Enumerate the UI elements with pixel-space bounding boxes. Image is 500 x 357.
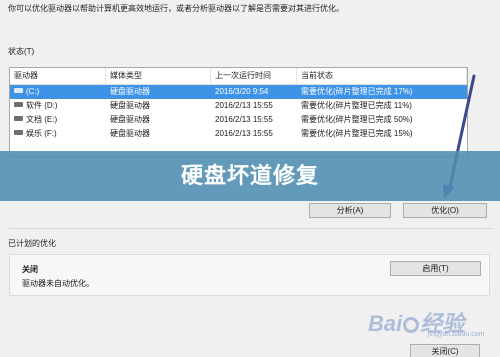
drive-list[interactable]: 驱动器 媒体类型 上一次运行时间 当前状态 (C:) 硬盘驱动器 2016/3/… — [9, 67, 468, 157]
watermark-url: jingyan.baidu.com — [428, 331, 485, 338]
paw-logo-icon — [403, 317, 420, 334]
media-type-cell: 硬盘驱动器 — [110, 129, 150, 138]
enable-button[interactable]: 启用(T) — [390, 261, 481, 276]
hard-drive-icon — [14, 102, 23, 108]
drive-row[interactable]: (C:) 硬盘驱动器 2016/3/20 9:54 需要优化(碎片整理已完成 1… — [10, 85, 467, 99]
status-label: 状态(T) — [8, 47, 35, 56]
hard-drive-icon — [14, 130, 23, 136]
column-header-last-run[interactable]: 上一次运行时间 — [211, 68, 297, 84]
close-button[interactable]: 关闭(C) — [410, 344, 480, 357]
scheduled-optimization-label: 已计划的优化 — [8, 239, 56, 248]
status-cell: 需要优化(碎片整理已完成 17%) — [301, 87, 413, 96]
drive-name: 文档 (E:) — [26, 115, 58, 124]
drive-cell: 文档 (E:) — [10, 113, 106, 127]
drive-row[interactable]: 娱乐 (F:) 硬盘驱动器 2016/2/13 15:55 需要优化(碎片整理已… — [10, 127, 467, 141]
watermark-text-left: Bai — [368, 311, 403, 336]
column-header-current-status[interactable]: 当前状态 — [297, 68, 467, 84]
last-run-cell: 2016/2/13 15:55 — [215, 101, 273, 110]
last-run-cell: 2016/2/13 15:55 — [215, 129, 273, 138]
drive-name: 软件 (D:) — [26, 101, 58, 110]
status-cell: 需要优化(碎片整理已完成 15%) — [301, 129, 413, 138]
drive-row[interactable]: 文档 (E:) 硬盘驱动器 2016/2/13 15:55 需要优化(碎片整理已… — [10, 113, 467, 127]
drive-name: (C:) — [26, 87, 40, 96]
status-cell: 需要优化(碎片整理已完成 11%) — [301, 101, 412, 110]
hard-drive-icon — [14, 116, 23, 122]
intro-text: 你可以优化驱动器以帮助计算机更高效地运行，或者分析驱动器以了解是否需要对其进行优… — [8, 4, 344, 13]
optimize-button[interactable]: 优化(O) — [403, 203, 487, 218]
last-run-cell: 2016/2/13 15:55 — [215, 115, 273, 124]
drive-cell: (C:) — [10, 85, 106, 99]
scheduled-optimization-description: 驱动器未自动优化。 — [22, 279, 94, 288]
banner-title: 硬盘坏道修复 — [0, 151, 500, 201]
last-run-cell: 2016/3/20 9:54 — [215, 87, 269, 96]
column-header-media-type[interactable]: 媒体类型 — [106, 68, 211, 84]
list-header: 驱动器 媒体类型 上一次运行时间 当前状态 — [10, 68, 467, 85]
drive-name: 娱乐 (F:) — [26, 129, 57, 138]
analyze-button[interactable]: 分析(A) — [309, 203, 391, 218]
hard-drive-icon — [14, 88, 23, 94]
media-type-cell: 硬盘驱动器 — [110, 115, 150, 124]
drive-row[interactable]: 软件 (D:) 硬盘驱动器 2016/2/13 15:55 需要优化(碎片整理已… — [10, 99, 467, 113]
section-divider — [9, 228, 493, 229]
drive-cell: 娱乐 (F:) — [10, 127, 106, 141]
status-cell: 需要优化(碎片整理已完成 50%) — [301, 115, 413, 124]
column-header-drive[interactable]: 驱动器 — [10, 68, 106, 84]
media-type-cell: 硬盘驱动器 — [110, 101, 150, 110]
media-type-cell: 硬盘驱动器 — [110, 87, 150, 96]
scheduled-optimization-state: 关闭 — [22, 265, 38, 274]
drive-cell: 软件 (D:) — [10, 99, 106, 113]
